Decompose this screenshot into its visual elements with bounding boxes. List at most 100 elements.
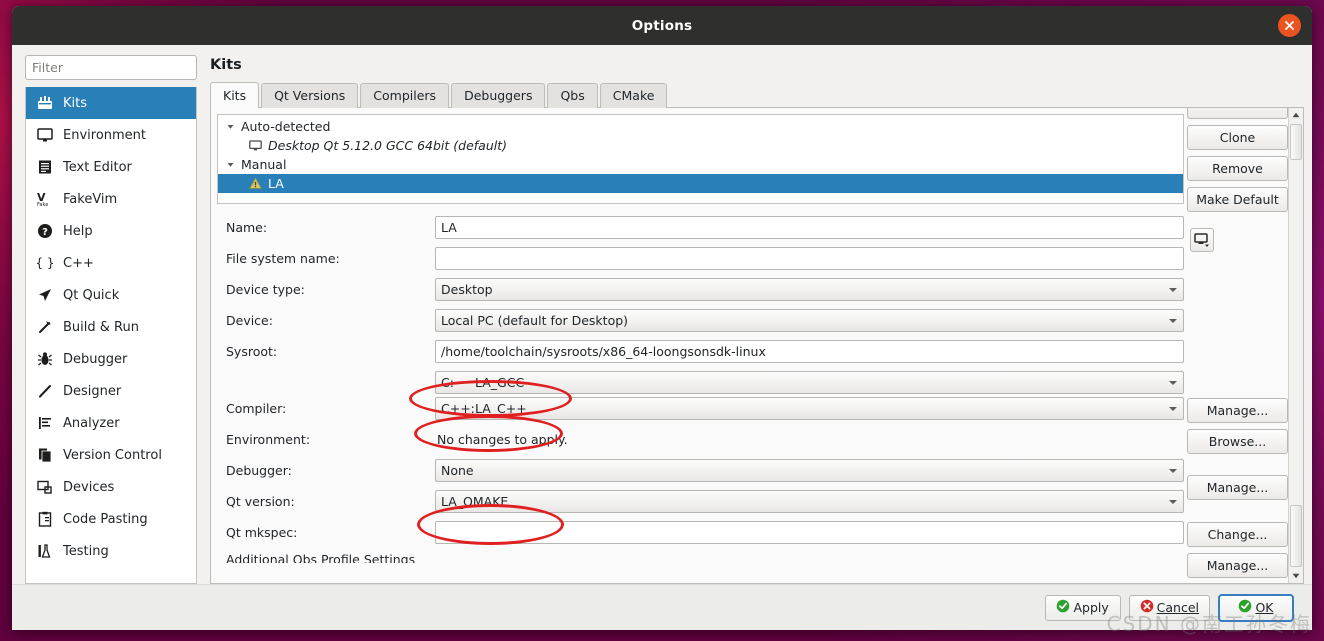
scroll-down-arrow-icon[interactable] bbox=[1289, 569, 1303, 583]
tab-compilers[interactable]: Compilers bbox=[360, 83, 450, 108]
tree-group-manual[interactable]: Manual bbox=[218, 155, 1183, 174]
compiler-cpp-value: LA_C++ bbox=[475, 401, 527, 416]
monitor-dropdown-icon[interactable] bbox=[1190, 228, 1214, 252]
sidebar-item-label: Debugger bbox=[63, 351, 128, 367]
close-icon[interactable] bbox=[1278, 14, 1301, 37]
scroll-up-arrow-icon[interactable] bbox=[1289, 108, 1303, 122]
form-row-environment: Environment: No changes to apply. bbox=[217, 428, 1184, 451]
device-manage-button[interactable]: Manage... bbox=[1187, 398, 1288, 423]
compiler-label: Compiler: bbox=[226, 401, 287, 416]
svg-text:Fake: Fake bbox=[37, 202, 48, 207]
tab-kits[interactable]: Kits bbox=[210, 82, 260, 108]
sidebar-item-qt-quick[interactable]: Qt Quick bbox=[26, 279, 196, 311]
category-list: Kits Environment Text Editor V Fake Fake… bbox=[25, 87, 197, 584]
svg-text:{ }: { } bbox=[37, 256, 53, 270]
compiler-c-combobox[interactable]: C: LA_GCC bbox=[435, 371, 1184, 394]
sidebar-item-code-pasting[interactable]: Code Pasting bbox=[26, 503, 196, 535]
file-system-name-input[interactable] bbox=[435, 247, 1184, 270]
form-row-name: Name: bbox=[217, 216, 1184, 239]
remove-kit-button[interactable]: Remove bbox=[1187, 156, 1288, 181]
tab-qbs[interactable]: Qbs bbox=[547, 83, 598, 108]
form-row-compiler-cpp: Compiler: C++: LA_C++ bbox=[217, 397, 1184, 420]
sidebar-item-designer[interactable]: Designer bbox=[26, 375, 196, 407]
sysroot-label: Sysroot: bbox=[226, 344, 278, 359]
sidebar-item-kits[interactable]: Kits bbox=[26, 87, 196, 119]
form-row-debugger: Debugger: None bbox=[217, 459, 1184, 482]
form-row-device-type: Device type: Desktop bbox=[217, 278, 1184, 301]
sidebar-item-analyzer[interactable]: Analyzer bbox=[26, 407, 196, 439]
sidebar-item-environment[interactable]: Environment bbox=[26, 119, 196, 151]
braces-icon: { } bbox=[36, 255, 53, 272]
tree-item-la-kit[interactable]: LA bbox=[218, 174, 1183, 193]
scrollbar-thumb-upper[interactable] bbox=[1290, 124, 1302, 160]
warning-icon bbox=[248, 177, 263, 190]
cancel-button[interactable]: Cancel bbox=[1128, 594, 1210, 621]
tree-item-desktop-kit[interactable]: Desktop Qt 5.12.0 GCC 64bit (default) bbox=[218, 136, 1183, 155]
qt-version-combobox[interactable]: LA_QMAKE bbox=[435, 490, 1184, 513]
device-type-combobox[interactable]: Desktop bbox=[435, 278, 1184, 301]
form-row-qt-mkspec: Qt mkspec: bbox=[217, 521, 1184, 544]
environment-label: Environment: bbox=[226, 432, 311, 447]
sidebar-item-cpp[interactable]: { } C++ bbox=[26, 247, 196, 279]
fakevim-icon: V Fake bbox=[36, 191, 53, 208]
additional-qbs-profile-settings-label: Additional Qbs Profile Settings bbox=[226, 552, 416, 563]
chevron-down-icon[interactable] bbox=[224, 122, 236, 131]
svg-text:?: ? bbox=[42, 227, 48, 238]
clone-kit-button[interactable]: Clone bbox=[1187, 125, 1288, 150]
compiler-cpp-sublabel: C++: bbox=[441, 401, 475, 416]
chevron-down-icon bbox=[1169, 287, 1177, 292]
debugger-manage-button[interactable]: Manage... bbox=[1187, 553, 1288, 578]
apply-button[interactable]: Apply bbox=[1044, 594, 1121, 621]
dialog-body: Kits Environment Text Editor V bbox=[12, 45, 1312, 584]
tree-row-label: Manual bbox=[241, 157, 287, 172]
filter-input[interactable] bbox=[25, 55, 197, 80]
devices-icon bbox=[36, 479, 53, 496]
compiler-cpp-combobox[interactable]: C++: LA_C++ bbox=[435, 397, 1184, 420]
file-system-name-label: File system name: bbox=[226, 251, 340, 266]
sidebar-item-help[interactable]: ? Help bbox=[26, 215, 196, 247]
device-label: Device: bbox=[226, 313, 273, 328]
check-circle-icon bbox=[1238, 599, 1252, 616]
environment-change-button[interactable]: Change... bbox=[1187, 522, 1288, 547]
sysroot-input[interactable] bbox=[435, 340, 1184, 363]
hammer-icon bbox=[36, 319, 53, 336]
add-kit-button[interactable] bbox=[1187, 108, 1288, 119]
chevron-down-icon bbox=[1169, 499, 1177, 504]
name-input[interactable] bbox=[435, 216, 1184, 239]
scrollbar-thumb-lower[interactable] bbox=[1290, 505, 1302, 567]
sysroot-browse-button[interactable]: Browse... bbox=[1187, 429, 1288, 454]
compiler-c-sublabel: C: bbox=[441, 375, 454, 390]
sidebar-item-label: Devices bbox=[63, 479, 115, 495]
tab-cmake[interactable]: CMake bbox=[599, 83, 668, 108]
make-default-kit-button[interactable]: Make Default bbox=[1187, 187, 1288, 212]
analyzer-icon bbox=[36, 415, 53, 432]
sidebar-item-version-control[interactable]: Version Control bbox=[26, 439, 196, 471]
tab-qt-versions[interactable]: Qt Versions bbox=[261, 83, 359, 108]
tree-row-label: Desktop Qt 5.12.0 GCC 64bit (default) bbox=[268, 138, 508, 153]
vertical-scrollbar[interactable] bbox=[1288, 108, 1303, 583]
tab-debuggers[interactable]: Debuggers bbox=[451, 83, 546, 108]
button-rail: Clone Remove Make Default Manage... Brow… bbox=[1184, 108, 1288, 583]
chevron-down-icon bbox=[1169, 406, 1177, 411]
sidebar-item-label: Analyzer bbox=[63, 415, 120, 431]
device-combobox[interactable]: Local PC (default for Desktop) bbox=[435, 309, 1184, 332]
name-label: Name: bbox=[226, 220, 268, 235]
sidebar-item-text-editor[interactable]: Text Editor bbox=[26, 151, 196, 183]
sidebar-item-build-run[interactable]: Build & Run bbox=[26, 311, 196, 343]
tree-group-auto-detected[interactable]: Auto-detected bbox=[218, 117, 1183, 136]
sidebar-item-testing[interactable]: Testing bbox=[26, 535, 196, 567]
kit-tree[interactable]: Auto-detected Desktop Qt 5.12.0 GCC 64bi… bbox=[217, 114, 1184, 204]
device-type-label: Device type: bbox=[226, 282, 305, 297]
sidebar-item-debugger[interactable]: Debugger bbox=[26, 343, 196, 375]
qt-mkspec-input[interactable] bbox=[435, 521, 1184, 544]
chevron-down-icon[interactable] bbox=[224, 160, 236, 169]
device-value: Local PC (default for Desktop) bbox=[441, 313, 629, 328]
sidebar-item-devices[interactable]: Devices bbox=[26, 471, 196, 503]
ok-button[interactable]: OK bbox=[1218, 593, 1294, 622]
clipboard-icon bbox=[36, 511, 53, 528]
sidebar-item-fakevim[interactable]: V Fake FakeVim bbox=[26, 183, 196, 215]
debugger-combobox[interactable]: None bbox=[435, 459, 1184, 482]
compiler-manage-button[interactable]: Manage... bbox=[1187, 475, 1288, 500]
sidebar-item-label: Help bbox=[63, 223, 93, 239]
sidebar-item-label: Testing bbox=[63, 543, 109, 559]
